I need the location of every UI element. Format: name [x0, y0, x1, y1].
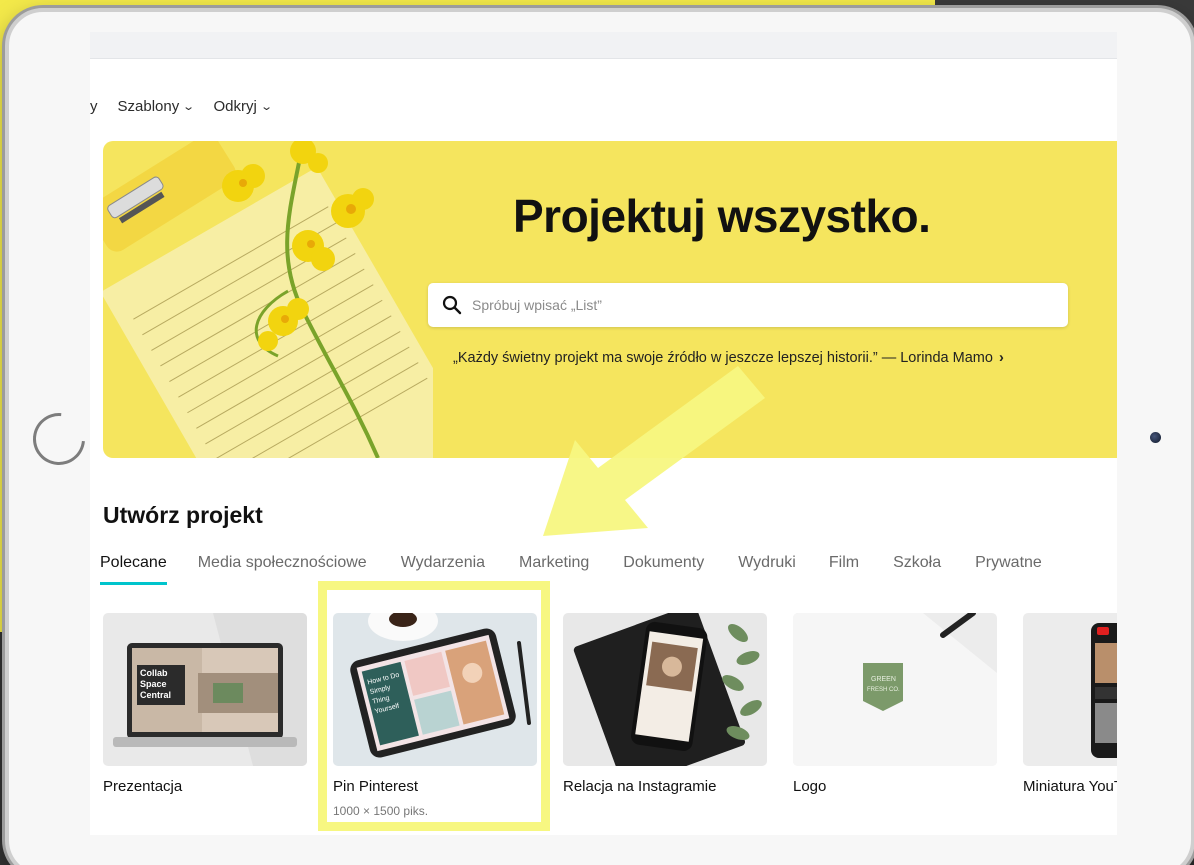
card-presentation-thumbnail: Collab Space Central [103, 613, 307, 766]
card-instagram-story-label: Relacja na Instagramie [563, 778, 717, 795]
card-youtube-thumbnail-label: Miniatura YouTube [1023, 778, 1117, 795]
top-nav: y Szablony ⌄ Odkryj ⌄ [90, 92, 291, 120]
chevron-down-icon: ⌄ [259, 100, 273, 113]
search-bar[interactable] [428, 283, 1068, 327]
card-logo[interactable]: GREEN FRESH CO. Logo [793, 613, 997, 795]
tab-recommended[interactable]: Polecane [100, 552, 167, 585]
tab-prints[interactable]: Wydruki [738, 552, 796, 585]
card-youtube-thumbnail-thumbnail [1023, 613, 1117, 766]
nav-item-discover-label: Odkryj [213, 97, 257, 115]
card-logo-thumbnail: GREEN FRESH CO. [793, 613, 997, 766]
search-icon [442, 295, 462, 315]
tab-school[interactable]: Szkoła [893, 552, 941, 585]
nav-item-truncated[interactable]: y [90, 98, 98, 115]
hero-illustration [103, 141, 433, 458]
nav-item-templates-label: Szablony [117, 97, 180, 115]
card-presentation-thumb-line-1: Collab [140, 668, 168, 678]
app-screen: y Szablony ⌄ Odkryj ⌄ Projektuj wszystko… [90, 32, 1117, 835]
hero-quote-text: „Każdy świetny projekt ma swoje źródło w… [453, 350, 993, 366]
card-presentation-thumb-line-2: Space [140, 679, 167, 689]
card-logo-thumb-line-2: FRESH CO. [867, 687, 900, 693]
card-presentation-label: Prezentacja [103, 778, 183, 795]
annotation-highlight-box [318, 581, 550, 831]
hero-quote-link[interactable]: „Każdy świetny projekt ma swoje źródło w… [453, 350, 1004, 366]
card-youtube-thumbnail[interactable]: Miniatura YouTube [1023, 613, 1117, 795]
card-presentation[interactable]: Collab Space Central Prezentacja [103, 613, 307, 795]
tab-video[interactable]: Film [829, 552, 859, 585]
browser-bar [90, 32, 1117, 59]
search-input[interactable] [472, 297, 1052, 313]
hero-banner: Projektuj wszystko. „Każdy świetny proje… [103, 141, 1117, 458]
camera-dot [1150, 432, 1161, 443]
card-instagram-story-thumbnail [563, 613, 767, 766]
section-title: Utwórz projekt [103, 502, 263, 528]
category-tabs: Polecane Media społecznościowe Wydarzeni… [100, 552, 1042, 585]
chevron-down-icon: ⌄ [182, 100, 196, 113]
nav-item-discover[interactable]: Odkryj ⌄ [213, 97, 273, 115]
chevron-right-icon: › [998, 350, 1004, 366]
card-logo-thumb-line-1: GREEN [871, 676, 896, 683]
card-presentation-thumb-line-3: Central [140, 690, 171, 700]
hero-title: Projektuj wszystko. [513, 190, 931, 242]
nav-item-templates[interactable]: Szablony ⌄ [117, 97, 196, 115]
nav-item-truncated-label: y [90, 97, 98, 115]
tab-personal[interactable]: Prywatne [975, 552, 1042, 585]
card-logo-label: Logo [793, 778, 827, 795]
card-instagram-story[interactable]: Relacja na Instagramie [563, 613, 767, 795]
tab-documents[interactable]: Dokumenty [623, 552, 704, 585]
